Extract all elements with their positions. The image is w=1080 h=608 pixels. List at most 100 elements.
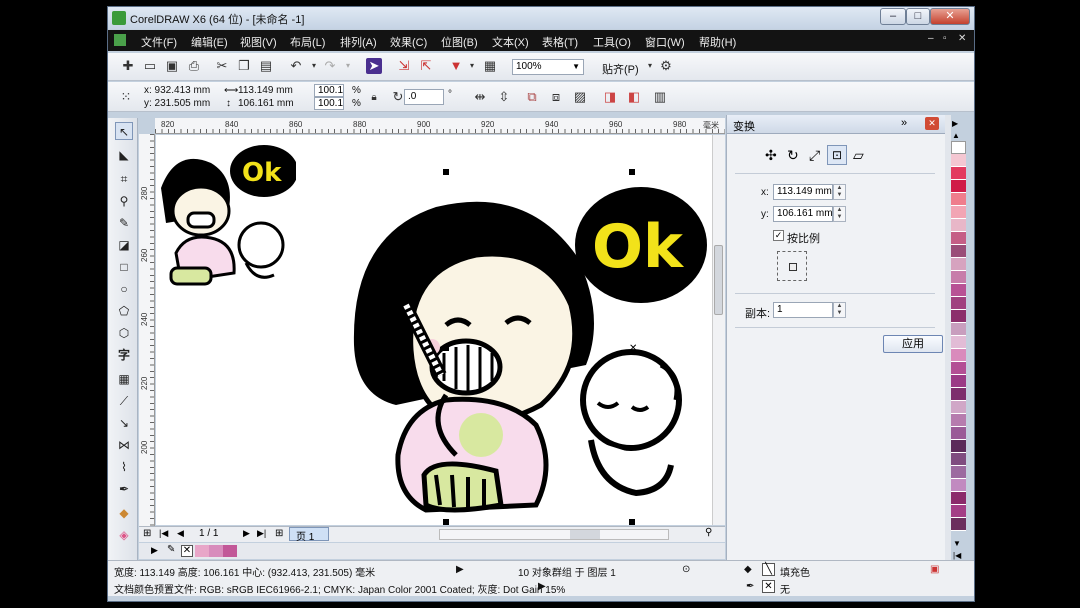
palette-swatch[interactable] (951, 219, 966, 232)
apply-button[interactable]: 应用 (883, 335, 943, 353)
menu-file[interactable]: 文件(F) (141, 34, 177, 50)
palette-swatch[interactable] (951, 479, 966, 492)
minimize-button[interactable]: – (880, 8, 906, 25)
undo-icon[interactable]: ↶ (288, 58, 304, 74)
crop-tool-icon[interactable]: ⌗ (115, 170, 133, 188)
mdi-minimize-icon[interactable]: – (928, 33, 934, 44)
scale-y-field[interactable]: 100.1 (314, 97, 344, 110)
palette-swatch[interactable] (951, 362, 966, 375)
palette-swatch[interactable] (951, 284, 966, 297)
skew-transform-icon[interactable]: ▱ (853, 147, 864, 164)
snap-to-label[interactable]: 贴齐(P) (602, 61, 639, 77)
menu-edit[interactable]: 编辑(E) (191, 34, 228, 50)
smart-fill-tool-icon[interactable]: ◪ (115, 236, 133, 254)
anchor-point-center-icon[interactable] (789, 263, 797, 271)
connector-tool-icon[interactable]: ↘ (115, 414, 133, 432)
cut-icon[interactable]: ✂ (214, 58, 230, 74)
palette-swatch[interactable] (951, 258, 966, 271)
zoom-level-select[interactable]: 100% ▼ (512, 59, 584, 75)
maximize-button[interactable]: □ (906, 8, 930, 25)
last-page-icon[interactable]: ▶| (257, 528, 266, 539)
selection-handle[interactable] (629, 519, 635, 525)
next-page-icon[interactable]: ▶ (243, 528, 250, 539)
zoom-tool-icon[interactable]: ⚲ (115, 192, 133, 210)
zoom-navigator-icon[interactable]: ⚲ (705, 527, 712, 538)
search-content-icon[interactable]: ➤ (366, 58, 382, 74)
small-character-illustration[interactable]: Ok (156, 143, 296, 303)
object-width-field[interactable]: 113.149 mm (238, 85, 293, 96)
mdi-close-icon[interactable]: ✕ (958, 33, 966, 44)
object-height-field[interactable]: 106.161 mm (238, 98, 294, 109)
new-document-icon[interactable]: ✚ (120, 58, 136, 74)
status-arrow-icon[interactable]: ▶ (456, 564, 464, 575)
selection-handle[interactable] (629, 169, 635, 175)
menu-bitmaps[interactable]: 位图(B) (441, 34, 478, 50)
palette-swatch[interactable] (951, 518, 966, 531)
palette-scroll-down-icon[interactable]: ▼ (953, 539, 961, 548)
break-apart-icon[interactable]: ◧ (626, 89, 642, 105)
palette-swatch[interactable] (195, 545, 209, 557)
palette-swatch[interactable] (951, 232, 966, 245)
freehand-tool-icon[interactable]: ✎ (115, 214, 133, 232)
add-page-end-icon[interactable]: ⊞ (275, 528, 283, 539)
selection-handle[interactable] (443, 519, 449, 525)
rotate-transform-icon[interactable]: ↻ (787, 147, 799, 164)
scrollbar-thumb[interactable] (570, 530, 600, 539)
palette-swatch[interactable] (951, 375, 966, 388)
ungroup-all-icon[interactable]: ▨ (572, 89, 588, 105)
save-icon[interactable]: ▣ (164, 58, 180, 74)
position-transform-icon[interactable]: ✣ (765, 147, 777, 164)
size-transform-icon[interactable]: ⊡ (827, 145, 847, 165)
copies-input[interactable]: 1 (773, 302, 833, 318)
palette-swatch[interactable] (209, 545, 223, 557)
import-icon[interactable]: ⇲ (396, 58, 412, 74)
horizontal-ruler[interactable]: 820 840 860 880 900 920 940 960 980 毫米 (155, 118, 725, 134)
eyedropper-icon[interactable]: ✎ (167, 544, 175, 555)
prev-page-icon[interactable]: ◀ (177, 528, 184, 539)
horizontal-scrollbar[interactable] (439, 529, 669, 540)
open-folder-icon[interactable]: ▭ (142, 58, 158, 74)
pick-tool-icon[interactable]: ↖ (115, 122, 133, 140)
palette-swatch[interactable] (951, 193, 966, 206)
palette-swatch[interactable] (951, 492, 966, 505)
ellipse-tool-icon[interactable]: ○ (115, 280, 133, 298)
menu-help[interactable]: 帮助(H) (699, 34, 736, 50)
palette-swatch[interactable] (951, 245, 966, 258)
scrollbar-thumb[interactable] (714, 245, 723, 315)
first-page-icon[interactable]: |◀ (159, 528, 168, 539)
close-button[interactable]: ✕ (930, 8, 970, 25)
menu-effects[interactable]: 效果(C) (390, 34, 427, 50)
palette-scroll-up-icon[interactable]: ▶ (952, 119, 958, 128)
lock-ratio-icon[interactable]: 🔒︎ (366, 90, 382, 106)
palette-swatch[interactable] (951, 505, 966, 518)
palette-swatch[interactable] (951, 167, 966, 180)
polygon-tool-icon[interactable]: ⬠ (115, 302, 133, 320)
palette-swatch[interactable] (951, 297, 966, 310)
palette-swatch[interactable] (951, 414, 966, 427)
palette-fly-out-icon[interactable]: ▲ (952, 131, 960, 140)
print-icon[interactable]: ⎙ (186, 58, 202, 74)
app-launcher-icon[interactable]: ▦ (482, 58, 498, 74)
rectangle-tool-icon[interactable]: □ (115, 258, 133, 276)
color-mode-icon[interactable]: ⊙ (682, 564, 690, 575)
wrap-text-icon[interactable]: ▥ (652, 89, 668, 105)
palette-swatch[interactable] (951, 401, 966, 414)
selection-handle[interactable] (443, 169, 449, 175)
options-icon[interactable]: ⚙ (658, 58, 674, 74)
palette-swatch[interactable] (951, 440, 966, 453)
palette-swatch[interactable] (951, 349, 966, 362)
selection-handle[interactable] (443, 345, 449, 351)
palette-swatch[interactable] (951, 180, 966, 193)
mirror-horizontal-icon[interactable]: ⇹ (472, 89, 488, 105)
selection-center-marker[interactable]: ✕ (629, 343, 637, 354)
palette-expand-icon[interactable]: |◀ (953, 551, 961, 560)
size-y-input[interactable]: 106.161 mm (773, 206, 833, 222)
menu-text[interactable]: 文本(X) (492, 34, 529, 50)
basic-shapes-tool-icon[interactable]: ⬡ (115, 324, 133, 342)
ungroup-icon[interactable]: ⧈ (548, 89, 564, 105)
vertical-ruler[interactable]: 280 260 240 220 200 (139, 134, 155, 526)
menu-layout[interactable]: 布局(L) (290, 34, 325, 50)
export-icon[interactable]: ⇱ (418, 58, 434, 74)
palette-swatch[interactable] (951, 336, 966, 349)
palette-swatch[interactable] (951, 427, 966, 440)
